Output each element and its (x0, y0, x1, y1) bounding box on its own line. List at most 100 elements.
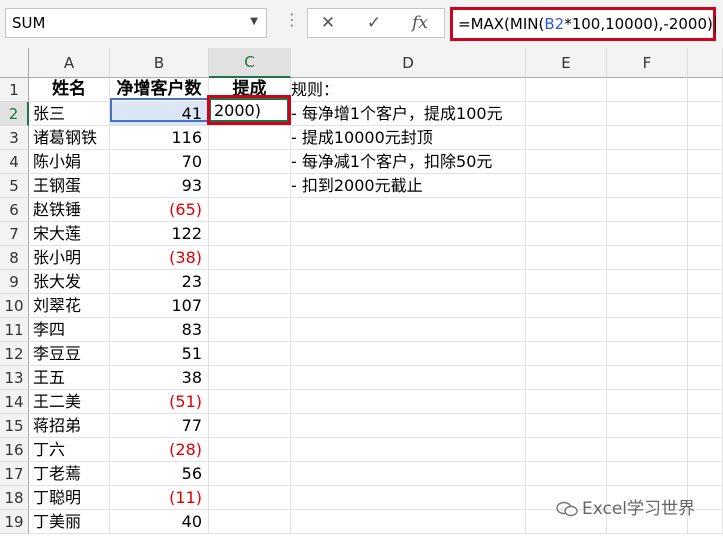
cell-empty[interactable] (209, 270, 291, 294)
name-cell[interactable]: 李四 (29, 318, 110, 342)
count-cell[interactable]: 77 (110, 414, 209, 438)
cell-empty[interactable] (291, 462, 526, 486)
cell-empty[interactable] (607, 318, 688, 342)
cell-empty[interactable] (526, 150, 607, 174)
name-cell[interactable]: 蒋招弟 (29, 414, 110, 438)
cell-empty[interactable] (688, 126, 723, 150)
cell-empty[interactable] (209, 222, 291, 246)
row-header-14[interactable]: 14 (0, 390, 29, 414)
cell-empty[interactable] (209, 462, 291, 486)
name-cell[interactable]: 陈小娟 (29, 150, 110, 174)
cell-empty[interactable] (209, 366, 291, 390)
enter-icon[interactable]: ✓ (362, 13, 386, 33)
cell-empty[interactable] (209, 510, 291, 534)
count-cell[interactable]: 93 (110, 174, 209, 198)
cell-empty[interactable] (526, 102, 607, 126)
cell-empty[interactable] (291, 318, 526, 342)
row-header-8[interactable]: 8 (0, 246, 29, 270)
cell-empty[interactable] (607, 462, 688, 486)
count-cell[interactable]: 116 (110, 126, 209, 150)
name-cell[interactable]: 张三 (29, 102, 110, 126)
header-count[interactable]: 净增客户数 (110, 78, 209, 102)
cell-empty[interactable] (607, 222, 688, 246)
column-header-f[interactable]: F (607, 48, 688, 78)
cell-empty[interactable] (291, 222, 526, 246)
cell-empty[interactable] (291, 414, 526, 438)
cell-empty[interactable] (688, 366, 723, 390)
cell-empty[interactable] (526, 198, 607, 222)
row-header-2[interactable]: 2 (0, 102, 29, 126)
count-cell[interactable]: (51) (110, 390, 209, 414)
cell-empty[interactable] (607, 174, 688, 198)
cell-empty[interactable] (688, 222, 723, 246)
count-cell[interactable]: (11) (110, 486, 209, 510)
cell-empty[interactable] (607, 270, 688, 294)
cell-empty[interactable] (209, 318, 291, 342)
row-header-10[interactable]: 10 (0, 294, 29, 318)
insert-function-icon[interactable]: fx (408, 13, 432, 33)
count-cell[interactable]: 41 (110, 102, 209, 126)
cell-empty[interactable] (291, 438, 526, 462)
count-cell[interactable]: 122 (110, 222, 209, 246)
name-box[interactable]: SUM ▼ (5, 8, 267, 38)
row-header-19[interactable]: 19 (0, 510, 29, 534)
count-cell[interactable]: 70 (110, 150, 209, 174)
cell-empty[interactable] (291, 198, 526, 222)
cell-empty[interactable] (209, 342, 291, 366)
cell-empty[interactable] (526, 246, 607, 270)
cell-empty[interactable] (526, 414, 607, 438)
formula-bar-input[interactable]: =MAX(MIN(B2*100,10000),-2000) (450, 7, 716, 41)
count-cell[interactable]: 56 (110, 462, 209, 486)
cell-empty[interactable] (688, 318, 723, 342)
cell-empty[interactable] (688, 342, 723, 366)
column-header-d[interactable]: D (291, 48, 526, 78)
cell-empty[interactable] (526, 462, 607, 486)
column-header-e[interactable]: E (526, 48, 607, 78)
name-cell[interactable]: 丁老蔫 (29, 462, 110, 486)
cell-empty[interactable] (607, 294, 688, 318)
row-header-16[interactable]: 16 (0, 438, 29, 462)
cell-empty[interactable] (607, 126, 688, 150)
cell-empty[interactable] (607, 78, 688, 102)
cell-empty[interactable] (607, 414, 688, 438)
cell-empty[interactable] (688, 150, 723, 174)
active-cell-c2[interactable]: 2000) (209, 98, 289, 122)
row-header-9[interactable]: 9 (0, 270, 29, 294)
cell-empty[interactable] (688, 78, 723, 102)
cell-empty[interactable] (526, 366, 607, 390)
row-header-11[interactable]: 11 (0, 318, 29, 342)
cell-empty[interactable] (688, 390, 723, 414)
cell-empty[interactable] (607, 366, 688, 390)
cell-empty[interactable] (688, 438, 723, 462)
count-cell[interactable]: 83 (110, 318, 209, 342)
cell-empty[interactable] (291, 342, 526, 366)
name-cell[interactable]: 赵铁锤 (29, 198, 110, 222)
name-cell[interactable]: 张小明 (29, 246, 110, 270)
name-cell[interactable]: 刘翠花 (29, 294, 110, 318)
name-cell[interactable]: 宋大莲 (29, 222, 110, 246)
cell-empty[interactable] (688, 294, 723, 318)
cell-empty[interactable] (209, 150, 291, 174)
column-header-b[interactable]: B (110, 48, 209, 78)
column-header-c[interactable]: C (209, 48, 291, 78)
cell-empty[interactable] (688, 462, 723, 486)
cell-empty[interactable] (209, 390, 291, 414)
row-header-12[interactable]: 12 (0, 342, 29, 366)
cell-empty[interactable] (526, 318, 607, 342)
row-header-17[interactable]: 17 (0, 462, 29, 486)
cell-empty[interactable] (209, 414, 291, 438)
cell-empty[interactable] (526, 438, 607, 462)
count-cell[interactable]: (28) (110, 438, 209, 462)
cell-empty[interactable] (209, 246, 291, 270)
cell-empty[interactable] (291, 294, 526, 318)
cell-empty[interactable] (607, 342, 688, 366)
count-cell[interactable]: (38) (110, 246, 209, 270)
cell-empty[interactable] (688, 102, 723, 126)
row-header-15[interactable]: 15 (0, 414, 29, 438)
cell-empty[interactable] (688, 270, 723, 294)
row-header-18[interactable]: 18 (0, 486, 29, 510)
row-header-3[interactable]: 3 (0, 126, 29, 150)
cell-empty[interactable] (209, 126, 291, 150)
name-cell[interactable]: 王钢蛋 (29, 174, 110, 198)
name-cell[interactable]: 张大发 (29, 270, 110, 294)
